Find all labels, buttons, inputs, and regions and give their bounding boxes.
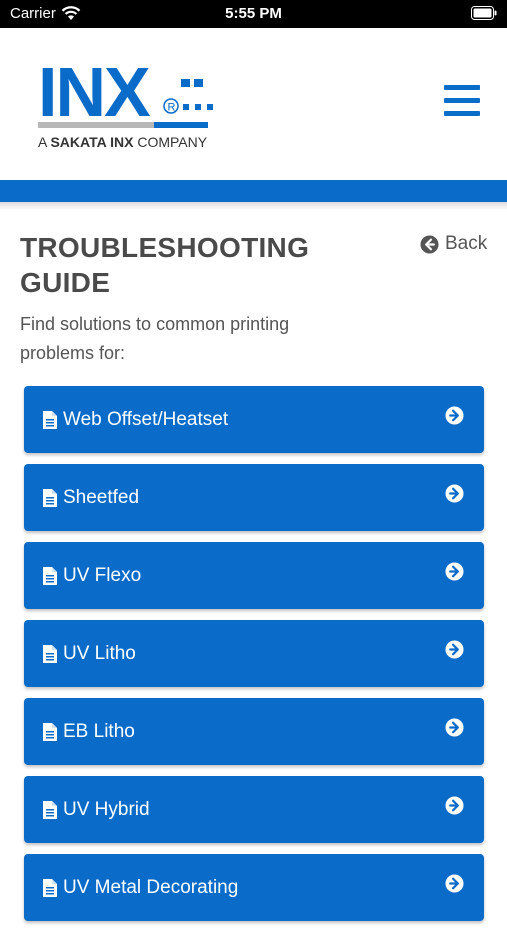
- category-item-sheetfed[interactable]: Sheetfed: [24, 464, 484, 531]
- document-icon: [43, 879, 57, 897]
- page-subtitle: Find solutions to common printing proble…: [20, 314, 290, 363]
- document-icon: [43, 411, 57, 429]
- back-label: Back: [445, 233, 488, 254]
- document-icon: [43, 723, 57, 741]
- hamburger-icon-bar: [444, 85, 480, 90]
- category-list: Web Offset/Heatset Sheetfed UV Flexo UV …: [24, 386, 484, 932]
- arrow-right-circle-icon: [445, 562, 464, 581]
- arrow-right-circle-icon: [445, 718, 464, 737]
- arrow-right-circle-icon: [445, 484, 464, 503]
- category-label: UV Metal Decorating: [63, 877, 239, 898]
- hamburger-icon-bar: [444, 98, 480, 103]
- arrow-right-circle-icon: [445, 796, 464, 815]
- page-title: TROUBLESHOOTING GUIDE: [20, 232, 310, 298]
- header-accent-band: [0, 180, 507, 202]
- arrow-right-circle-icon: [445, 406, 464, 425]
- clock: 5:55 PM: [225, 5, 282, 22]
- arrow-right-circle-icon: [445, 640, 464, 659]
- arrow-left-circle-icon: [420, 234, 439, 254]
- hamburger-icon-bar: [444, 111, 480, 116]
- category-label: UV Flexo: [63, 565, 142, 586]
- back-button[interactable]: Back: [420, 233, 487, 255]
- document-icon: [43, 801, 57, 819]
- category-label: UV Hybrid: [63, 799, 150, 820]
- category-item-web-offset-heatset[interactable]: Web Offset/Heatset: [24, 386, 484, 453]
- battery-icon: [471, 6, 497, 20]
- logo-tagline: A SAKATA INX COMPANY: [38, 134, 208, 150]
- category-label: UV Litho: [63, 643, 136, 664]
- document-icon: [43, 645, 57, 663]
- category-item-uv-flexo[interactable]: UV Flexo: [24, 542, 484, 609]
- arrow-right-circle-icon: [445, 874, 464, 893]
- inx-logo[interactable]: INX R A SAKATA INX COMPANY: [38, 56, 213, 151]
- category-item-uv-metal-decorating[interactable]: UV Metal Decorating: [24, 854, 484, 921]
- header-shadow: [0, 202, 507, 210]
- document-icon: [43, 489, 57, 507]
- category-label: Web Offset/Heatset: [63, 409, 229, 430]
- category-item-eb-litho[interactable]: EB Litho: [24, 698, 484, 765]
- category-item-uv-litho[interactable]: UV Litho: [24, 620, 484, 687]
- app-header: INX R A SAKATA INX COMPANY: [0, 28, 507, 180]
- category-label: EB Litho: [63, 721, 135, 742]
- svg-text:R: R: [168, 102, 176, 114]
- hamburger-menu-button[interactable]: [444, 85, 480, 117]
- status-bar: Carrier 5:55 PM: [0, 0, 507, 28]
- category-label: Sheetfed: [63, 487, 140, 508]
- document-icon: [43, 567, 57, 585]
- logo-wordmark: INX: [38, 56, 151, 131]
- category-item-uv-hybrid[interactable]: UV Hybrid: [24, 776, 484, 843]
